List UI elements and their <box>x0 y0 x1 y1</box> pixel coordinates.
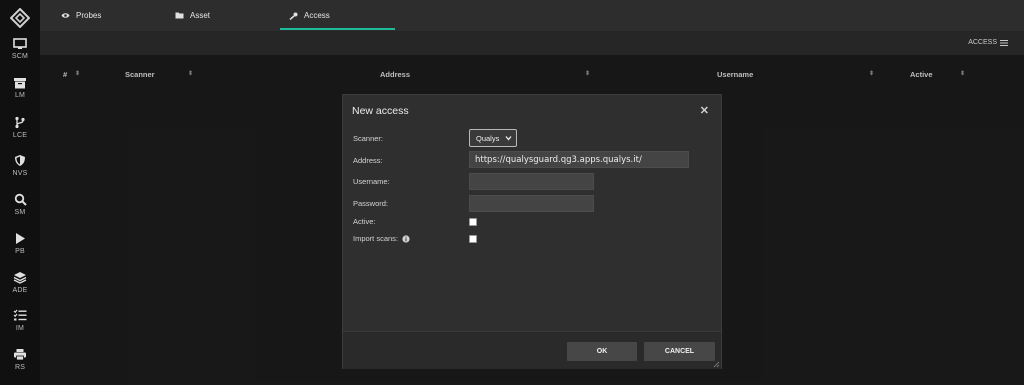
tab-access-label: Access <box>304 11 330 20</box>
sidebar-item-lm[interactable]: LM <box>0 77 40 113</box>
scanner-select-value: Qualys <box>476 133 500 143</box>
key-icon <box>289 12 298 20</box>
sidebar-item-ade[interactable]: ADE <box>0 271 40 307</box>
chevron-down-icon <box>505 136 512 141</box>
address-field[interactable]: https://qualysguard.qg3.apps.qualys.it/ <box>469 151 689 168</box>
dialog-title: New access <box>352 105 409 117</box>
active-checkbox[interactable] <box>469 218 477 226</box>
access-menu-button[interactable]: ACCESS <box>968 39 1008 46</box>
sub-toolbar: ACCESS <box>40 31 1024 55</box>
sidebar-label-rs: RS <box>14 364 26 371</box>
username-label: Username: <box>353 177 390 186</box>
access-menu-label: ACCESS <box>968 39 997 46</box>
archive-icon <box>14 78 26 89</box>
import-scans-label-row: Import scans: <box>353 234 410 243</box>
username-field[interactable] <box>469 173 594 190</box>
info-icon[interactable] <box>402 234 410 243</box>
sidebar-item-rs[interactable]: RS <box>0 348 40 384</box>
tab-asset-label: Asset <box>190 11 211 20</box>
new-access-dialog: New access ✕ Scanner: Qualys Address: ht… <box>342 94 722 369</box>
top-tab-bar: Probes Asset Access <box>40 0 1024 31</box>
shield-icon <box>15 155 25 166</box>
sidebar-label-nvs: NVS <box>12 170 28 177</box>
tab-probes-label: Probes <box>76 11 102 20</box>
active-tab-indicator <box>280 28 395 30</box>
active-label: Active: <box>353 217 376 226</box>
close-icon[interactable]: ✕ <box>700 104 709 117</box>
sidebar: SCM LM LCE NVS SM PB ADE IM RS <box>0 0 40 385</box>
import-scans-checkbox[interactable] <box>469 235 477 243</box>
logo-icon[interactable] <box>10 8 30 28</box>
address-label: Address: <box>353 156 383 165</box>
sidebar-label-lm: LM <box>14 92 26 99</box>
dialog-footer: OK CANCEL <box>343 331 721 369</box>
sidebar-item-nvs[interactable]: NVS <box>0 154 40 190</box>
import-scans-label: Import scans: <box>353 234 399 243</box>
tab-asset[interactable]: Asset <box>175 0 210 31</box>
printer-icon <box>14 349 26 361</box>
sidebar-label-sm: SM <box>14 209 26 216</box>
sidebar-item-im[interactable]: IM <box>0 309 40 345</box>
sidebar-item-scm[interactable]: SCM <box>0 38 40 74</box>
eye-icon <box>61 13 70 18</box>
sidebar-label-ade: ADE <box>12 287 28 294</box>
scanner-label: Scanner: <box>353 134 384 143</box>
sidebar-label-pb: PB <box>15 248 25 255</box>
tab-probes[interactable]: Probes <box>61 0 101 31</box>
scanner-select[interactable]: Qualys <box>469 129 517 147</box>
cancel-button[interactable]: CANCEL <box>644 342 715 361</box>
folder-icon <box>175 12 184 19</box>
password-field[interactable] <box>469 195 594 212</box>
sidebar-label-scm: SCM <box>11 53 29 60</box>
sidebar-item-sm[interactable]: SM <box>0 193 40 229</box>
code-branch-icon <box>15 116 25 129</box>
sidebar-item-pb[interactable]: PB <box>0 232 40 268</box>
menu-icon <box>1000 39 1008 46</box>
ok-button[interactable]: OK <box>567 342 637 361</box>
monitor-icon <box>13 38 27 49</box>
layers-icon <box>13 272 27 284</box>
search-icon <box>14 193 27 206</box>
sidebar-item-lce[interactable]: LCE <box>0 116 40 152</box>
tab-access[interactable]: Access <box>289 0 330 31</box>
tasks-icon <box>13 309 27 321</box>
password-label: Password: <box>353 199 389 208</box>
sidebar-label-lce: LCE <box>12 132 28 139</box>
play-icon <box>16 233 25 244</box>
sidebar-label-im: IM <box>15 325 25 332</box>
resize-handle-icon[interactable] <box>712 360 720 368</box>
